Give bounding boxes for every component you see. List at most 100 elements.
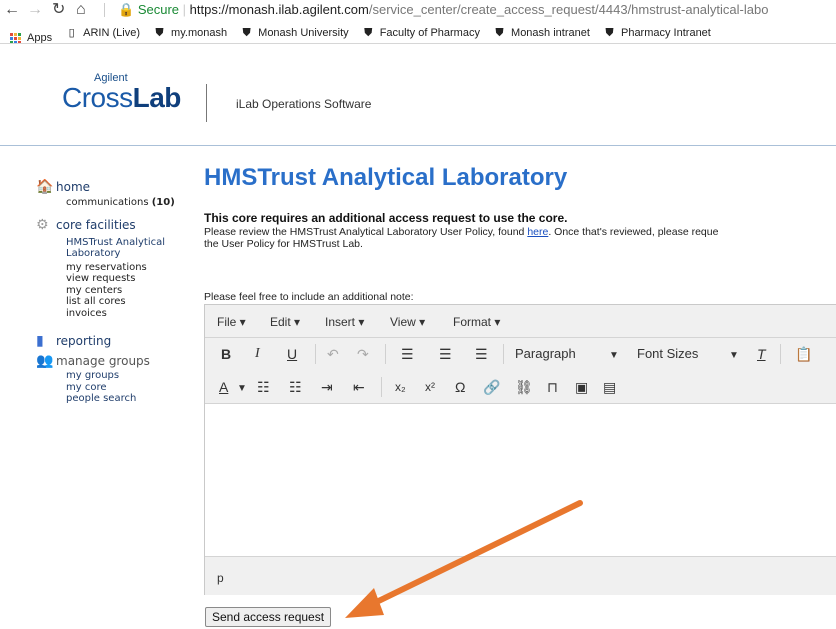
monash-shield-icon: ⛊ bbox=[155, 26, 164, 39]
menu-file[interactable]: File ▾ bbox=[217, 315, 246, 329]
page-icon: ▯ bbox=[68, 26, 75, 39]
bold-icon[interactable]: B bbox=[221, 346, 231, 362]
logo-lab: Lab bbox=[132, 82, 182, 113]
menu-insert[interactable]: Insert ▾ bbox=[325, 315, 364, 329]
browser-address-bar: ← → ↻ ⌂ 🔒 Secure | https://monash.ilab.a… bbox=[0, 0, 836, 22]
subscript-icon[interactable]: x₂ bbox=[395, 379, 406, 395]
align-left-icon[interactable]: ☰ bbox=[401, 346, 414, 362]
toolbar-separator bbox=[780, 344, 781, 364]
sidebar-item-view-requests[interactable]: view requests bbox=[36, 273, 196, 285]
bookmark-label: ARIN (Live) bbox=[83, 27, 140, 39]
paragraph-select[interactable]: Paragraph bbox=[515, 346, 576, 362]
bar-chart-icon: ▮ bbox=[36, 333, 44, 349]
bookmark-pharmacy-intranet[interactable]: ⛊ Pharmacy Intranet bbox=[603, 22, 711, 43]
agilent-crosslab-logo[interactable]: Agilent CrossLab bbox=[62, 72, 182, 132]
review-text-part: the User Policy for HMSTrust Lab. bbox=[204, 238, 363, 250]
sidebar-item-label: manage groups bbox=[56, 354, 150, 368]
bullet-list-icon[interactable]: ☷ bbox=[257, 379, 270, 395]
sidebar-item-my-core[interactable]: my core bbox=[36, 382, 196, 394]
sidebar-item-my-reservations[interactable]: my reservations bbox=[36, 262, 196, 274]
sidebar-item-my-groups[interactable]: my groups bbox=[36, 370, 196, 382]
sidebar-item-communications[interactable]: communications (10) bbox=[36, 197, 196, 209]
home-icon[interactable]: ⌂ bbox=[76, 0, 86, 20]
menu-format[interactable]: Format ▾ bbox=[453, 315, 500, 329]
access-notice-heading: This core requires an additional access … bbox=[204, 211, 568, 225]
secure-label: Secure bbox=[137, 2, 180, 17]
sidebar-item-people-search[interactable]: people search bbox=[36, 393, 196, 405]
editor-content-area[interactable] bbox=[205, 404, 836, 556]
special-character-icon[interactable]: Ω bbox=[455, 379, 465, 395]
header-divider bbox=[206, 84, 207, 122]
align-center-icon[interactable]: ☰ bbox=[439, 346, 452, 362]
redo-icon[interactable]: ↷ bbox=[357, 346, 369, 362]
toolbar-separator bbox=[315, 344, 316, 364]
note-label: Please feel free to include an additiona… bbox=[204, 291, 414, 303]
logo-cross: Cross bbox=[62, 82, 133, 113]
monash-shield-icon: ⛊ bbox=[364, 26, 373, 39]
editor-toolbar-row-2: A ▼ ☷ ☷ ⇥ ⇤ x₂ x² Ω 🔗 ⛓ ⊓ ▣ ▤ bbox=[205, 371, 836, 404]
sidebar-item-invoices[interactable]: invoices bbox=[36, 308, 196, 320]
sidebar-item-label: reporting bbox=[56, 334, 112, 348]
editor-toolbar-row-1: B I U ↶ ↷ ☰ ☰ ☰ Paragraph ▼ Font Sizes ▼… bbox=[205, 338, 836, 371]
home-icon: 🏠 bbox=[36, 179, 54, 195]
bookmark-monash-intranet[interactable]: ⛊ Monash intranet bbox=[493, 22, 590, 43]
underline-icon[interactable]: U bbox=[287, 346, 297, 362]
paste-icon[interactable]: 📋 bbox=[795, 346, 812, 362]
bookmark-label: Faculty of Pharmacy bbox=[379, 27, 480, 39]
send-access-request-button[interactable]: Send access request bbox=[205, 607, 332, 627]
bookmark-arin[interactable]: ▯ ARIN (Live) bbox=[65, 22, 140, 43]
sidebar-item-manage-groups[interactable]: 👥 manage groups bbox=[36, 354, 196, 368]
sidebar-item-reporting[interactable]: ▮ reporting bbox=[36, 334, 196, 348]
text-color-chevron-down-icon[interactable]: ▼ bbox=[237, 381, 247, 397]
sidebar-item-hmstrust[interactable]: HMSTrust Analytical Laboratory bbox=[36, 237, 186, 260]
bookmark-my-monash[interactable]: ⛊ my.monash bbox=[153, 22, 227, 43]
element-path[interactable]: p bbox=[217, 571, 224, 585]
numbered-list-icon[interactable]: ☷ bbox=[289, 379, 302, 395]
sidebar-item-label: communications bbox=[66, 197, 149, 208]
toolbar-separator bbox=[503, 344, 504, 364]
bookmark-monash-university[interactable]: ⛊ Monash University bbox=[240, 22, 349, 43]
review-text-part: . Once that's reviewed, please reque bbox=[548, 226, 719, 238]
clear-formatting-icon[interactable]: T bbox=[757, 346, 766, 362]
lock-icon: 🔒 bbox=[118, 2, 135, 17]
bookmark-icon[interactable]: ⊓ bbox=[547, 379, 558, 395]
unlink-icon[interactable]: ⛓ bbox=[515, 379, 533, 395]
bookmark-label: Pharmacy Intranet bbox=[620, 27, 711, 39]
logo-wordmark: CrossLab bbox=[62, 82, 181, 114]
bookmark-faculty-of-pharmacy[interactable]: ⛊ Faculty of Pharmacy bbox=[362, 22, 480, 43]
link-icon[interactable]: 🔗 bbox=[483, 379, 500, 395]
monash-shield-icon: ⛊ bbox=[605, 26, 614, 39]
review-text-part: Please review the HMSTrust Analytical La… bbox=[204, 226, 528, 238]
bookmark-apps[interactable]: Apps bbox=[10, 27, 52, 43]
reload-icon[interactable]: ↻ bbox=[52, 0, 65, 20]
menu-view[interactable]: View ▾ bbox=[390, 315, 425, 329]
user-policy-link[interactable]: here bbox=[527, 226, 548, 238]
font-sizes-select[interactable]: Font Sizes bbox=[637, 346, 698, 362]
editor-statusbar: p bbox=[205, 556, 836, 595]
superscript-icon[interactable]: x² bbox=[425, 379, 435, 395]
people-icon: 👥 bbox=[36, 353, 54, 369]
sidebar-item-home[interactable]: 🏠 home bbox=[36, 180, 196, 194]
media-icon[interactable]: ▤ bbox=[603, 379, 616, 395]
outdent-icon[interactable]: ⇤ bbox=[353, 379, 365, 395]
font-sizes-chevron-down-icon[interactable]: ▼ bbox=[729, 348, 739, 364]
header-title: iLab Operations Software bbox=[236, 97, 372, 111]
undo-icon[interactable]: ↶ bbox=[327, 346, 339, 362]
sidebar-item-core-facilities[interactable]: ⚙ core facilities bbox=[36, 218, 196, 232]
align-right-icon[interactable]: ☰ bbox=[475, 346, 488, 362]
url-path: /service_center/create_access_request/44… bbox=[368, 2, 769, 17]
rich-text-editor: File ▾ Edit ▾ Insert ▾ View ▾ Format ▾ B… bbox=[204, 304, 836, 595]
monash-shield-icon: ⛊ bbox=[242, 26, 251, 39]
url-field[interactable]: 🔒 Secure | https://monash.ilab.agilent.c… bbox=[118, 0, 836, 20]
forward-icon[interactable]: → bbox=[27, 0, 43, 20]
bookmarks-bar: Apps ▯ ARIN (Live) ⛊ my.monash ⛊ Monash … bbox=[0, 22, 836, 44]
back-icon[interactable]: ← bbox=[4, 0, 20, 20]
image-icon[interactable]: ▣ bbox=[575, 379, 588, 395]
italic-icon[interactable]: I bbox=[255, 346, 260, 362]
paragraph-chevron-down-icon[interactable]: ▼ bbox=[609, 348, 619, 364]
text-color-icon[interactable]: A bbox=[219, 379, 228, 395]
sidebar-item-my-centers[interactable]: my centers bbox=[36, 285, 196, 297]
indent-icon[interactable]: ⇥ bbox=[321, 379, 333, 395]
sidebar-item-list-all-cores[interactable]: list all cores bbox=[36, 296, 196, 308]
menu-edit[interactable]: Edit ▾ bbox=[270, 315, 300, 329]
